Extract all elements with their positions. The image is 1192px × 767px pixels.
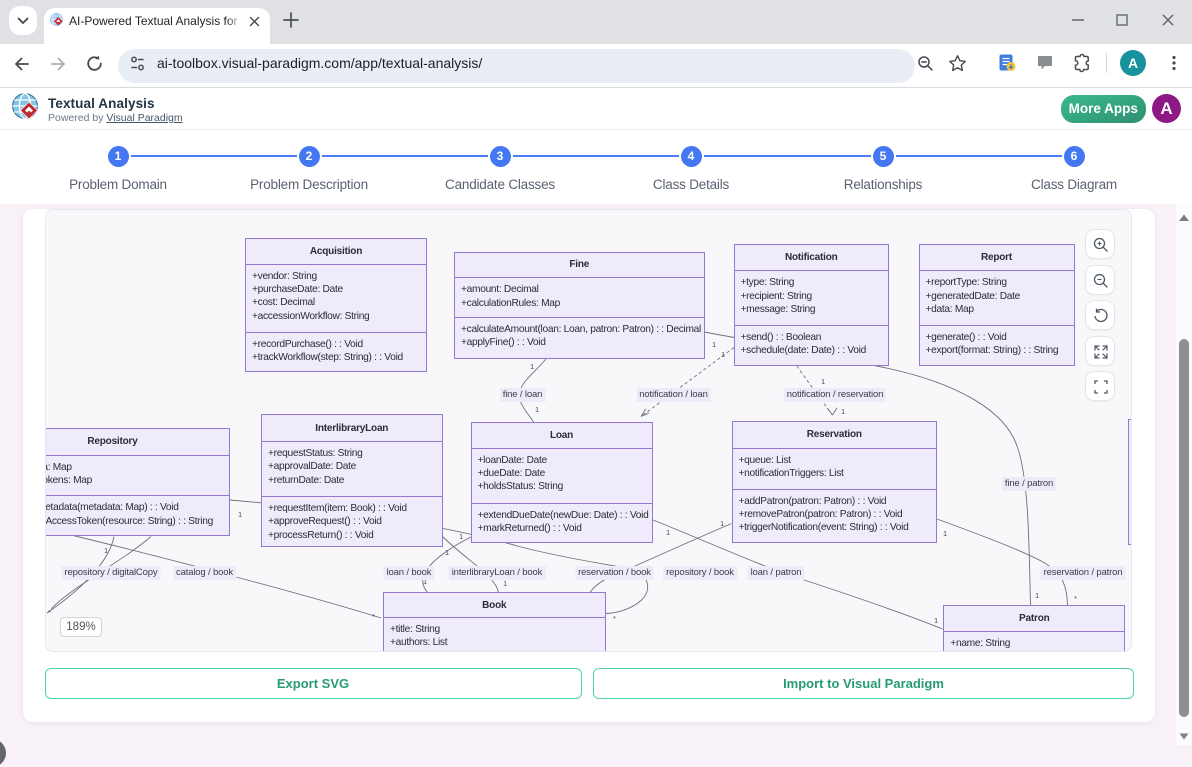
svg-text:1: 1 xyxy=(530,362,534,371)
svg-text:1: 1 xyxy=(821,377,825,386)
svg-text:1: 1 xyxy=(1035,591,1039,600)
svg-text:1: 1 xyxy=(445,548,449,557)
svg-text:*: * xyxy=(1074,594,1077,603)
svg-text:*: * xyxy=(372,612,375,621)
svg-text:1: 1 xyxy=(503,579,507,588)
svg-text:1: 1 xyxy=(712,340,716,349)
svg-text:1: 1 xyxy=(943,529,947,538)
svg-text:1: 1 xyxy=(721,350,725,359)
svg-text:1: 1 xyxy=(535,405,539,414)
svg-text:1: 1 xyxy=(238,510,242,519)
svg-text:1: 1 xyxy=(720,519,724,528)
svg-text:*: * xyxy=(48,608,51,617)
svg-text:*: * xyxy=(613,614,616,623)
svg-text:1: 1 xyxy=(666,528,670,537)
svg-text:1: 1 xyxy=(841,407,845,416)
svg-text:1: 1 xyxy=(104,546,108,555)
svg-text:1: 1 xyxy=(934,616,938,625)
svg-text:1: 1 xyxy=(459,532,463,541)
